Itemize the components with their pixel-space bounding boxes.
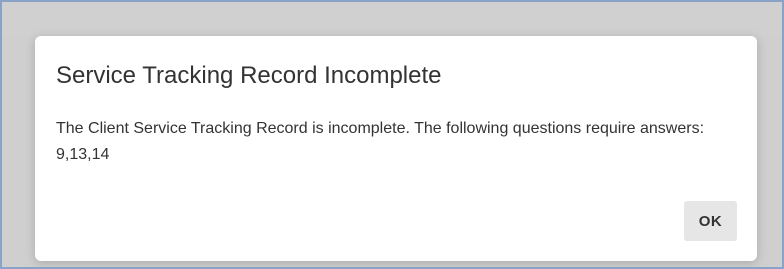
incomplete-record-dialog: Service Tracking Record Incomplete The C…	[35, 36, 757, 261]
dialog-message: The Client Service Tracking Record is in…	[56, 120, 705, 163]
modal-backdrop	[2, 2, 782, 36]
ok-button[interactable]: OK	[684, 201, 737, 241]
screenshot-frame: Service Tracking Record Incomplete The C…	[0, 0, 784, 269]
dialog-title: Service Tracking Record Incomplete	[56, 62, 442, 89]
